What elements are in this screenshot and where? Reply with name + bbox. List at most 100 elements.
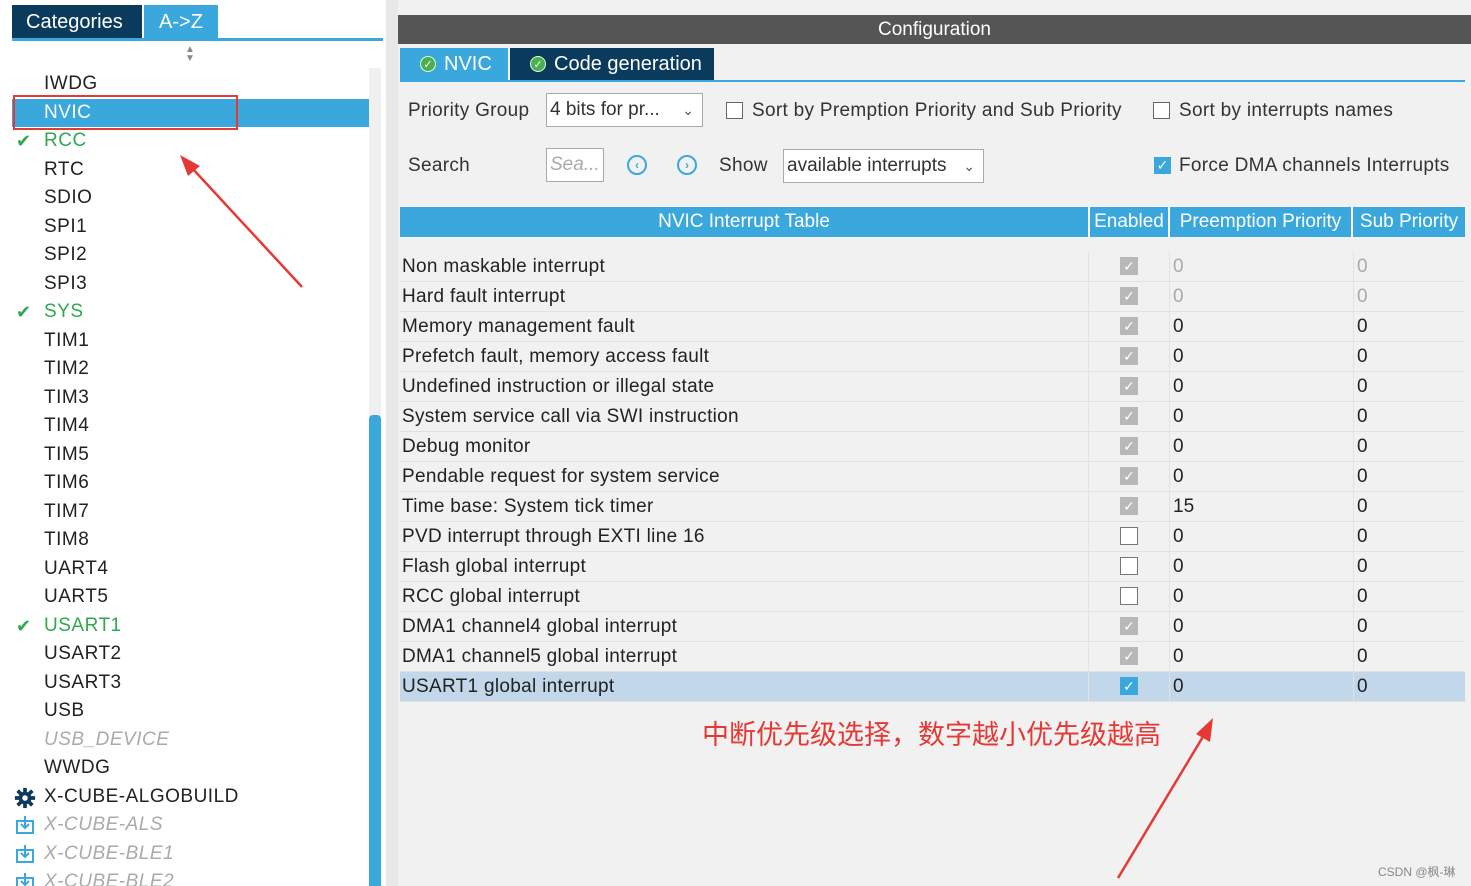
table-row[interactable]: PVD interrupt through EXTI line 16 0 0 [400, 522, 1465, 552]
table-row[interactable]: Debug monitor ✓ 0 0 [400, 432, 1465, 462]
sub-priority-cell[interactable]: 0 [1353, 312, 1465, 342]
chevron-down-icon: ⌄ [963, 158, 975, 174]
table-row[interactable]: Hard fault interrupt ✓ 0 0 [400, 282, 1465, 312]
search-prev-icon[interactable]: ‹ [627, 155, 647, 175]
sub-priority-cell[interactable]: 0 [1353, 402, 1465, 432]
enabled-checkbox[interactable] [1120, 587, 1138, 605]
table-row[interactable]: Undefined instruction or illegal state ✓ 0… [400, 372, 1465, 402]
peripheral-item[interactable]: UART5 [12, 583, 369, 612]
panel-divider[interactable] [386, 0, 398, 886]
preemption-priority-cell[interactable]: 0 [1169, 342, 1353, 372]
search-next-icon[interactable]: › [677, 155, 697, 175]
peripheral-item[interactable]: UART4 [12, 555, 369, 584]
priority-group-select[interactable]: 4 bits for pr... ⌄ [546, 93, 703, 127]
table-row[interactable]: RCC global interrupt 0 0 [400, 582, 1465, 612]
header-preemption-priority[interactable]: Preemption Priority [1170, 207, 1353, 237]
peripheral-item-label: X-CUBE-BLE1 [44, 842, 175, 864]
sub-priority-cell[interactable]: 0 [1353, 372, 1465, 402]
table-row[interactable]: Memory management fault ✓ 0 0 [400, 312, 1465, 342]
peripheral-item[interactable]: TIM8 [12, 526, 369, 555]
preemption-priority-cell[interactable]: 0 [1169, 282, 1353, 312]
peripheral-item[interactable]: USART3 [12, 669, 369, 698]
peripheral-item-label: TIM1 [44, 329, 90, 351]
peripheral-item[interactable]: X-CUBE-BLE1 [12, 840, 369, 869]
sub-priority-cell[interactable]: 0 [1353, 282, 1465, 312]
peripheral-item[interactable]: USB_DEVICE [12, 726, 369, 755]
preemption-priority-cell[interactable]: 0 [1169, 582, 1353, 612]
table-row[interactable]: Non maskable interrupt ✓ 0 0 [400, 252, 1465, 282]
header-sub-priority[interactable]: Sub Priority [1353, 207, 1465, 237]
enabled-checkbox[interactable]: ✓ [1120, 677, 1138, 695]
preemption-priority-cell[interactable]: 15 [1169, 492, 1353, 522]
peripheral-item[interactable]: ✔ USART1 [12, 612, 369, 641]
peripheral-item[interactable]: TIM6 [12, 469, 369, 498]
peripheral-item[interactable]: WWDG [12, 754, 369, 783]
search-input[interactable]: Sea... [546, 148, 604, 182]
table-row[interactable]: System service call via SWI instruction ✓… [400, 402, 1465, 432]
sub-priority-cell[interactable]: 0 [1353, 462, 1465, 492]
peripheral-item[interactable]: TIM3 [12, 384, 369, 413]
peripheral-item[interactable]: SPI3 [12, 270, 369, 299]
table-row[interactable]: Flash global interrupt 0 0 [400, 552, 1465, 582]
table-row[interactable]: Time base: System tick timer ✓ 15 0 [400, 492, 1465, 522]
peripheral-item[interactable]: X-CUBE-ALGOBUILD [12, 783, 369, 812]
table-row[interactable]: Prefetch fault, memory access fault ✓ 0 0 [400, 342, 1465, 372]
peripheral-item[interactable]: TIM7 [12, 498, 369, 527]
peripheral-item[interactable]: TIM1 [12, 327, 369, 356]
enabled-checkbox[interactable] [1120, 527, 1138, 545]
preemption-priority-cell[interactable]: 0 [1169, 642, 1353, 672]
force-dma-checkbox[interactable]: ✓ [1154, 157, 1171, 174]
preemption-priority-cell[interactable]: 0 [1169, 612, 1353, 642]
table-row[interactable]: DMA1 channel4 global interrupt ✓ 0 0 [400, 612, 1465, 642]
peripheral-item[interactable]: ✔ RCC [12, 127, 369, 156]
preemption-priority-cell[interactable]: 0 [1169, 552, 1353, 582]
peripheral-item[interactable]: TIM2 [12, 355, 369, 384]
scrollbar-thumb[interactable] [369, 415, 381, 886]
sub-priority-cell[interactable]: 0 [1353, 342, 1465, 372]
preemption-priority-cell[interactable]: 0 [1169, 672, 1353, 702]
enabled-cell: ✓ [1088, 672, 1169, 702]
table-row[interactable]: USART1 global interrupt ✓ 0 0 [400, 672, 1465, 702]
sub-priority-cell[interactable]: 0 [1353, 552, 1465, 582]
sort-premption-checkbox[interactable] [726, 102, 743, 119]
table-row[interactable]: Pendable request for system service ✓ 0 0 [400, 462, 1465, 492]
peripheral-item[interactable]: USART2 [12, 640, 369, 669]
sub-priority-cell[interactable]: 0 [1353, 252, 1465, 282]
preemption-priority-cell[interactable]: 0 [1169, 372, 1353, 402]
tab-code-generation[interactable]: ✓ Code generation [510, 48, 714, 80]
sub-priority-cell[interactable]: 0 [1353, 432, 1465, 462]
preemption-priority-cell[interactable]: 0 [1169, 312, 1353, 342]
sub-priority-cell[interactable]: 0 [1353, 582, 1465, 612]
enabled-cell: ✓ [1088, 492, 1169, 522]
preemption-priority-cell[interactable]: 0 [1169, 522, 1353, 552]
preemption-priority-cell[interactable]: 0 [1169, 252, 1353, 282]
tab-a-to-z[interactable]: A->Z [144, 5, 218, 39]
preemption-priority-cell[interactable]: 0 [1169, 432, 1353, 462]
peripheral-item[interactable]: ✔ SYS [12, 298, 369, 327]
sub-priority-cell[interactable]: 0 [1353, 522, 1465, 552]
header-enabled[interactable]: Enabled [1090, 207, 1170, 237]
sort-arrows-icon[interactable]: ▲ ▼ [183, 45, 197, 64]
preemption-priority-cell[interactable]: 0 [1169, 402, 1353, 432]
sub-priority-cell[interactable]: 0 [1353, 612, 1465, 642]
peripheral-item[interactable]: SPI2 [12, 241, 369, 270]
sub-priority-cell[interactable]: 0 [1353, 492, 1465, 522]
show-select[interactable]: available interrupts ⌄ [783, 149, 984, 183]
table-row[interactable]: DMA1 channel5 global interrupt ✓ 0 0 [400, 642, 1465, 672]
peripheral-item[interactable]: SDIO [12, 184, 369, 213]
sub-priority-cell[interactable]: 0 [1353, 672, 1465, 702]
tab-nvic[interactable]: ✓ NVIC [400, 48, 508, 80]
sort-names-checkbox[interactable] [1153, 102, 1170, 119]
peripheral-item[interactable]: TIM4 [12, 412, 369, 441]
peripheral-item[interactable]: SPI1 [12, 213, 369, 242]
peripheral-item[interactable]: RTC [12, 156, 369, 185]
peripheral-item[interactable]: TIM5 [12, 441, 369, 470]
preemption-priority-cell[interactable]: 0 [1169, 462, 1353, 492]
header-interrupt-table[interactable]: NVIC Interrupt Table [400, 207, 1090, 237]
peripheral-item[interactable]: USB [12, 697, 369, 726]
peripheral-item[interactable]: X-CUBE-BLE2 [12, 868, 369, 886]
enabled-checkbox[interactable] [1120, 557, 1138, 575]
sub-priority-cell[interactable]: 0 [1353, 642, 1465, 672]
peripheral-item[interactable]: X-CUBE-ALS [12, 811, 369, 840]
tab-categories[interactable]: Categories [12, 5, 142, 39]
